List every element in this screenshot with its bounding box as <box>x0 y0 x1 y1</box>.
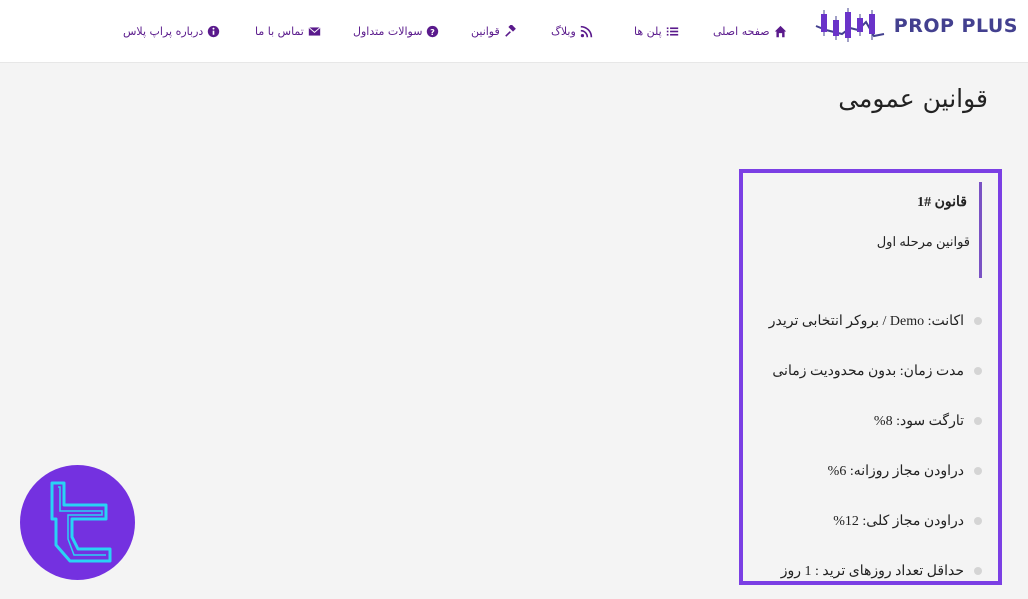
bullet-icon <box>974 417 982 425</box>
rules-panel: قانون #1 قوانین مرحله اول اکانت: Demo / … <box>739 169 1002 585</box>
nav-contact[interactable]: تماس با ما <box>255 22 321 40</box>
list-item: تارگت سود: 8% <box>874 411 982 431</box>
bullet-icon <box>974 517 982 525</box>
home-icon <box>774 25 786 37</box>
watermark-badge <box>20 465 135 580</box>
nav-home-label: صفحه اصلی <box>713 24 770 38</box>
bullet-icon <box>974 367 982 375</box>
list-item: دراودن مجاز کلی: 12% <box>833 511 982 531</box>
nav-blog-label: وبلاگ <box>551 24 576 38</box>
nav-home[interactable]: صفحه اصلی <box>713 22 787 40</box>
rule-title: قانون #1 <box>917 195 967 210</box>
brand-logo[interactable]: PROP PLUS <box>814 6 1020 46</box>
bullet-icon <box>974 567 982 575</box>
rule-item-text: دراودن مجاز کلی: 12% <box>833 513 964 529</box>
envelope-icon <box>308 26 321 36</box>
nav-contact-label: تماس با ما <box>255 24 304 38</box>
list-item: اکانت: Demo / بروکر انتخابی تریدر <box>769 311 982 331</box>
list-item: حداقل تعداد روزهای ترید : 1 روز <box>781 561 982 581</box>
nav-blog[interactable]: وبلاگ <box>551 22 593 40</box>
rule-item-text: حداقل تعداد روزهای ترید : 1 روز <box>780 563 964 579</box>
rule-item-text: دراودن مجاز روزانه: 6% <box>827 463 964 479</box>
info-circle-icon <box>208 25 220 37</box>
svg-text:?: ? <box>431 26 436 36</box>
nav-rules-label: قوانین <box>471 24 500 38</box>
rule-item-text: تارگت سود: 8% <box>873 413 964 429</box>
tf-logo-icon <box>50 481 112 563</box>
rss-icon <box>580 25 592 37</box>
nav-about-label: درباره پراپ پلاس <box>123 24 204 38</box>
rule-card: قانون #1 قوانین مرحله اول <box>759 182 982 278</box>
rule-item-text: اکانت: Demo / بروکر انتخابی تریدر <box>768 313 964 329</box>
top-navbar: PROP PLUS صفحه اصلی پلن ها وبلاگ قوانین … <box>0 0 1028 63</box>
candlestick-chart-icon <box>815 8 885 42</box>
gavel-icon <box>504 24 516 37</box>
nav-rules[interactable]: قوانین <box>471 22 517 40</box>
rule-subtitle: قوانین مرحله اول <box>876 234 970 249</box>
nav-faq-label: سوالات متداول <box>353 24 423 38</box>
nav-faq[interactable]: ? سوالات متداول <box>353 22 439 40</box>
brand-name: PROP PLUS <box>893 15 1018 37</box>
page-title: قوانین عمومی <box>838 84 988 113</box>
list-item: دراودن مجاز روزانه: 6% <box>828 461 982 481</box>
list-icon <box>666 26 678 36</box>
list-item: مدت زمان: بدون محدودیت زمانی <box>772 361 982 381</box>
question-circle-icon: ? <box>427 25 439 37</box>
bullet-icon <box>974 317 982 325</box>
nav-about[interactable]: درباره پراپ پلاس <box>123 22 220 40</box>
bullet-icon <box>974 467 982 475</box>
nav-plans-label: پلن ها <box>634 24 662 38</box>
nav-plans[interactable]: پلن ها <box>634 22 679 40</box>
rule-item-text: مدت زمان: بدون محدودیت زمانی <box>772 363 964 379</box>
